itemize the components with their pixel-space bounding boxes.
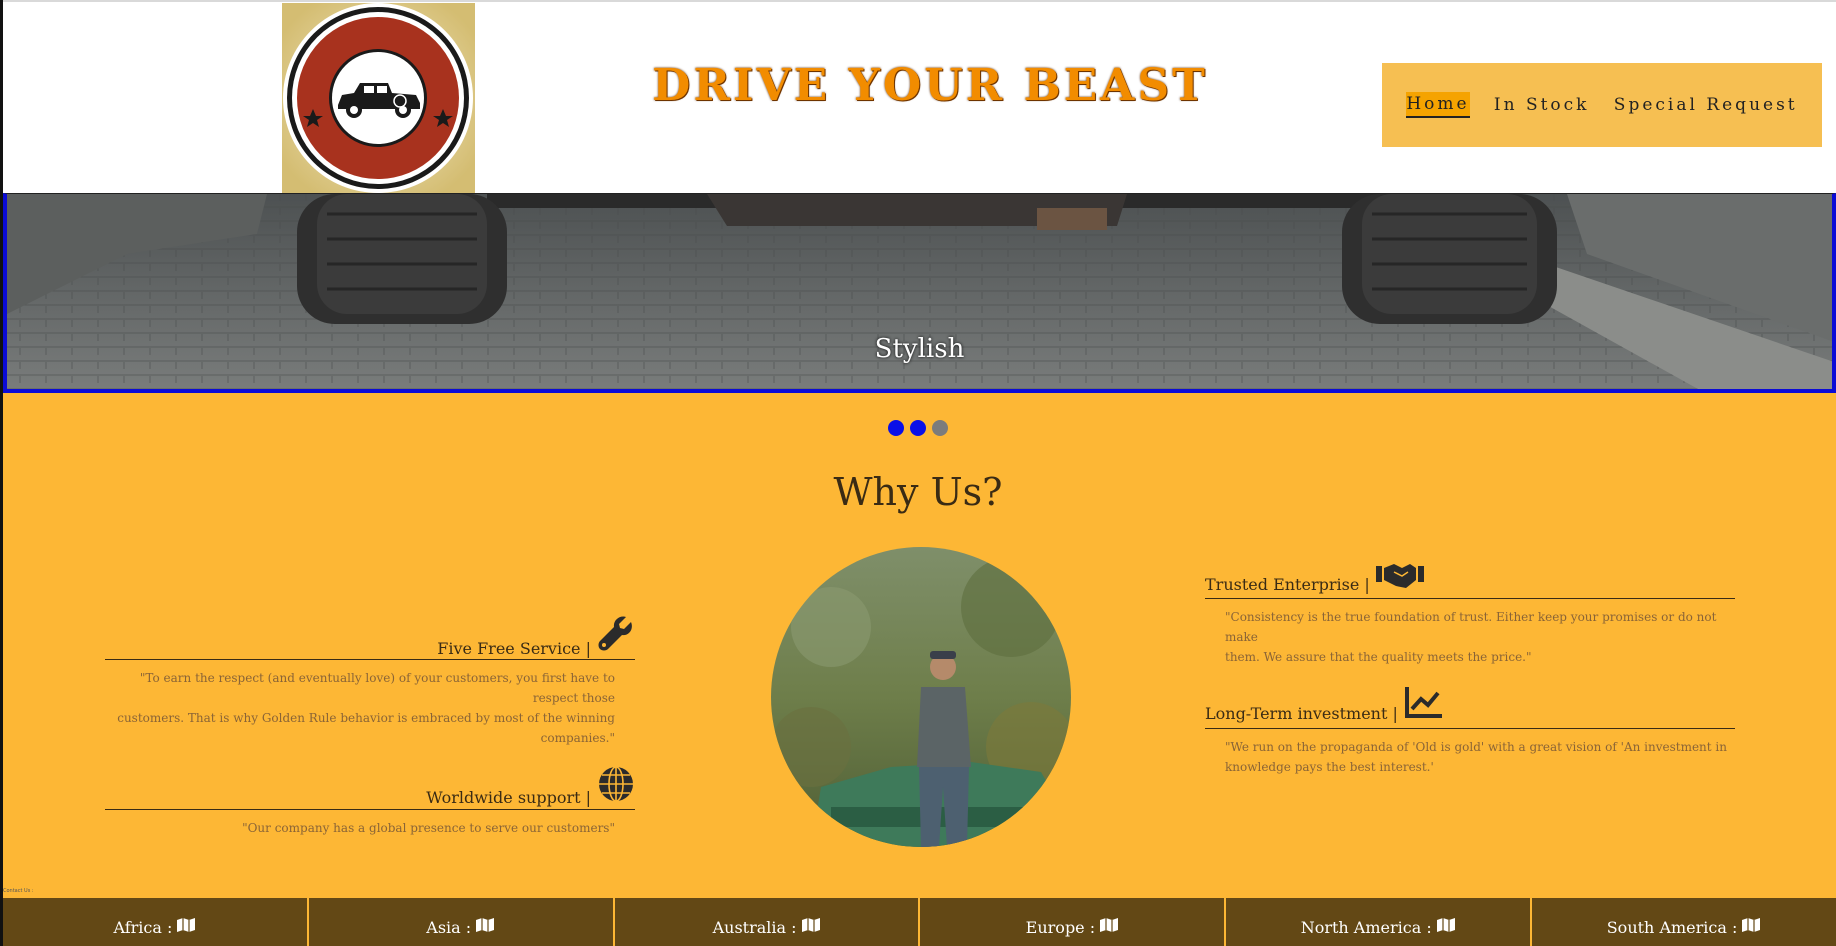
feature-worldwide-support: Worldwide support | — [400, 765, 635, 807]
map-icon — [1099, 917, 1119, 937]
map-icon — [1436, 917, 1456, 937]
text-line: "Consistency is the true foundation of t… — [1225, 610, 1717, 644]
feature-divider — [1205, 598, 1735, 599]
text-line: "To earn the respect (and eventually lov… — [139, 671, 615, 705]
feature-title: Trusted Enterprise | — [1205, 575, 1370, 594]
feature-divider — [105, 659, 635, 660]
hero-slideshow[interactable]: Stylish — [3, 193, 1836, 393]
nav-in-stock[interactable]: In Stock — [1494, 93, 1590, 117]
text-line: companies." — [540, 731, 615, 745]
map-icon — [1741, 917, 1761, 937]
region-australia[interactable]: Australia : — [614, 898, 919, 946]
main-nav: Home In Stock Special Request — [1382, 63, 1822, 147]
region-asia[interactable]: Asia : — [308, 898, 613, 946]
feature-divider — [105, 809, 635, 810]
feature-worldwide-support-text: "Our company has a global presence to se… — [105, 818, 615, 838]
feature-trusted-enterprise: Trusted Enterprise | — [1205, 560, 1424, 594]
line-chart-icon — [1404, 685, 1444, 723]
feature-title: Long-Term investment | — [1205, 704, 1398, 723]
text-line: "Our company has a global presence to se… — [242, 821, 615, 835]
text-line: "We run on the propaganda of 'Old is gol… — [1225, 740, 1727, 754]
feature-title: Worldwide support | — [426, 788, 591, 807]
man-with-car-photo — [771, 547, 1071, 847]
text-line: customers. That is why Golden Rule behav… — [117, 711, 615, 725]
feature-trusted-enterprise-text: "Consistency is the true foundation of t… — [1225, 607, 1735, 667]
wrench-icon — [597, 616, 635, 658]
region-africa[interactable]: Africa : — [3, 898, 307, 946]
region-label: South America : — [1606, 917, 1738, 937]
feature-title: Five Free Service | — [437, 639, 591, 658]
feature-long-term-investment-text: "We run on the propaganda of 'Old is gol… — [1225, 737, 1735, 777]
map-icon — [801, 917, 821, 937]
map-icon — [176, 917, 196, 937]
nav-home[interactable]: Home — [1406, 92, 1470, 118]
slide-dot-2[interactable] — [910, 420, 926, 436]
region-south-america[interactable]: South America : — [1532, 898, 1836, 946]
slide-dot-3[interactable] — [932, 420, 948, 436]
handshake-icon — [1375, 560, 1424, 594]
site-logo[interactable] — [282, 3, 475, 193]
region-label: Australia : — [712, 917, 797, 937]
feature-divider — [1205, 728, 1735, 729]
globe-icon — [597, 765, 635, 807]
slide-dot-1[interactable] — [888, 420, 904, 436]
slide-indicators — [888, 420, 948, 436]
feature-five-free-service: Five Free Service | — [420, 616, 635, 658]
footer-regions: Africa : Asia : Australia : Europe : Nor… — [3, 898, 1836, 946]
feature-five-free-service-text: "To earn the respect (and eventually lov… — [105, 668, 615, 748]
region-label: Asia : — [426, 917, 472, 937]
region-north-america[interactable]: North America : — [1226, 898, 1531, 946]
feature-long-term-investment: Long-Term investment | — [1205, 685, 1444, 723]
region-label: Africa : — [113, 917, 173, 937]
text-line: knowledge pays the best interest.' — [1225, 760, 1434, 774]
text-line: them. We assure that the quality meets t… — [1225, 650, 1532, 664]
vintage-car-logo-icon — [282, 3, 475, 193]
region-europe[interactable]: Europe : — [920, 898, 1225, 946]
hero-caption: Stylish — [874, 334, 965, 364]
why-us-title: Why Us? — [833, 470, 1003, 514]
nav-special-request[interactable]: Special Request — [1614, 93, 1798, 117]
site-title: DRIVE YOUR BEAST — [652, 60, 1208, 111]
region-label: North America : — [1300, 917, 1432, 937]
top-border — [0, 0, 1836, 2]
contact-label: Contact Us : — [3, 888, 34, 894]
region-label: Europe : — [1025, 917, 1096, 937]
map-icon — [475, 917, 495, 937]
